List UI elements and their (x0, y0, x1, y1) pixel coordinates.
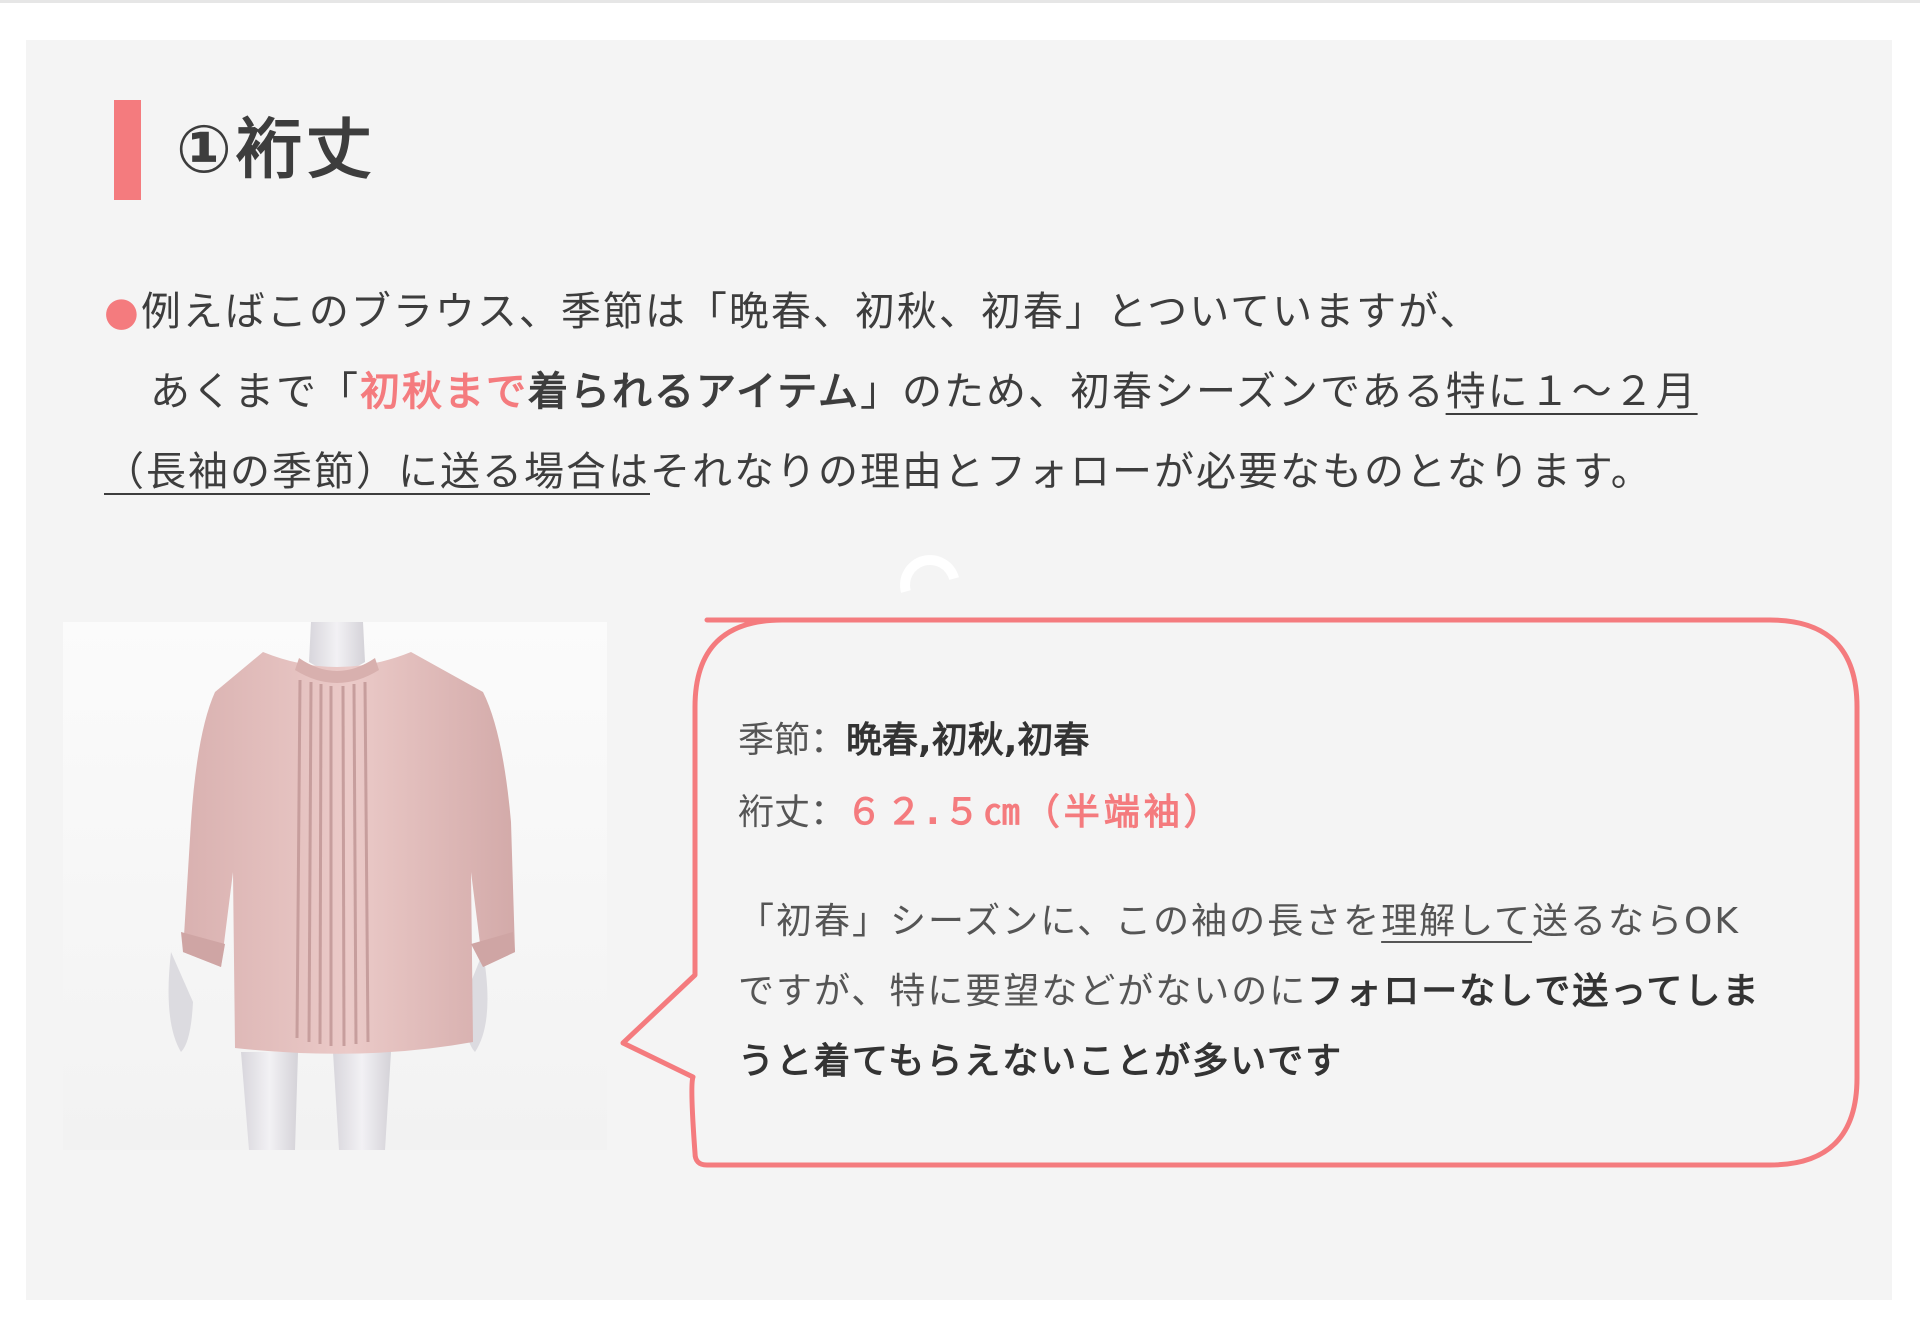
note-bold-2: うと着てもらえないことが多いです (738, 1041, 1344, 1082)
season-row: 季節：晩春,初秋,初春 (738, 705, 1828, 777)
note-text-1b: 送るならOK (1532, 901, 1740, 942)
blouse-illustration (168, 622, 515, 1150)
intro-line-2: あくまで「初秋まで着られるアイテム」のため、初春シーズンである特に１～２月 (104, 352, 1824, 432)
intro-text-2b: 」のため、初春シーズンである (860, 369, 1446, 415)
bullet-dot: ● (104, 289, 141, 335)
intro-text-2a: あくまで「 (150, 369, 360, 415)
title-accent-bar (114, 100, 141, 200)
sleeve-row: 裄丈：６２.５㎝（半端袖） (738, 777, 1828, 849)
note-text-2a: ですが、特に要望などがないのに (738, 971, 1308, 1012)
intro-line-1: ●例えばこのブラウス、季節は「晩春、初秋、初春」とついていますが、 (104, 272, 1824, 352)
note-underline: 理解して (1381, 901, 1533, 942)
note-line-3: うと着てもらえないことが多いです (738, 1027, 1828, 1097)
bubble-content: 季節：晩春,初秋,初春 裄丈：６２.５㎝（半端袖） 「初春」シーズンに、この袖の… (738, 705, 1828, 1097)
advice-note: 「初春」シーズンに、この袖の長さを理解して送るならOK ですが、特に要望などがな… (738, 887, 1828, 1097)
intro-bold: 着られるアイテム (528, 369, 860, 415)
intro-paragraph: ●例えばこのブラウス、季節は「晩春、初秋、初春」とついていますが、 あくまで「初… (104, 272, 1824, 512)
note-line-1: 「初春」シーズンに、この袖の長さを理解して送るならOK (738, 887, 1828, 957)
blouse-photo (63, 622, 607, 1150)
intro-underline-1: 特に１～２月 (1445, 369, 1698, 415)
season-label: 季節： (738, 720, 847, 761)
season-value: 晩春,初秋,初春 (846, 720, 1090, 761)
intro-line-3: （長袖の季節）に送る場合はそれなりの理由とフォローが必要なものとなります。 (104, 432, 1824, 512)
intro-underline-2: （長袖の季節）に送る場合は (104, 449, 650, 495)
note-text-1a: 「初春」シーズンに、この袖の長さを (738, 901, 1382, 942)
sleeve-value: ６２.５㎝（半端袖） (846, 792, 1224, 833)
intro-text-3: それなりの理由とフォローが必要なものとなります。 (650, 449, 1653, 495)
section-title: ①裄丈 (176, 111, 376, 188)
sleeve-label: 裄丈： (738, 792, 847, 833)
intro-highlight: 初秋まで (360, 369, 528, 415)
note-line-2: ですが、特に要望などがないのにフォローなしで送ってしま (738, 957, 1828, 1027)
intro-text-1: 例えばこのブラウス、季節は「晩春、初秋、初春」とついていますが、 (140, 289, 1482, 335)
top-divider (0, 0, 1920, 3)
note-bold-1: フォローなしで送ってしま (1307, 971, 1761, 1012)
